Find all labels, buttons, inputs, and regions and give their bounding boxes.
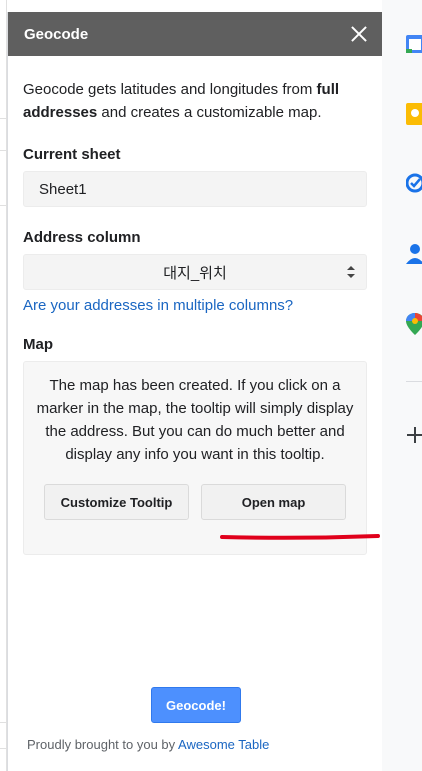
maps-icon[interactable] (406, 313, 422, 335)
grid-line (0, 748, 7, 749)
panel-content: Geocode gets latitudes and longitudes fr… (8, 56, 382, 555)
add-icon[interactable] (407, 427, 422, 443)
map-description: The map has been created. If you click o… (36, 377, 354, 463)
sidebar-divider (406, 381, 422, 382)
address-column-select[interactable]: 대지_위치 (23, 254, 367, 290)
open-map-button[interactable]: Open map (201, 484, 346, 520)
current-sheet-label: Current sheet (23, 146, 121, 163)
geocode-button[interactable]: Geocode! (151, 687, 241, 723)
keep-icon[interactable] (406, 103, 422, 125)
grid-line (0, 722, 7, 723)
address-column-value: 대지_위치 (163, 264, 227, 282)
intro-part2: and creates a customizable map. (97, 104, 322, 121)
map-label: Map (23, 336, 53, 353)
current-sheet-field: Sheet1 (23, 171, 367, 207)
footer-text: Proudly brought to you by (27, 737, 179, 752)
intro-text: Geocode gets latitudes and longitudes fr… (23, 78, 367, 124)
annotation-underline (220, 534, 380, 540)
address-column-label: Address column (23, 229, 141, 246)
contacts-icon[interactable] (406, 242, 422, 264)
map-buttons: Customize Tooltip Open map (34, 484, 356, 520)
close-icon[interactable] (350, 25, 368, 43)
intro-part1: Geocode gets latitudes and longitudes fr… (23, 81, 317, 98)
map-section: The map has been created. If you click o… (23, 361, 380, 555)
calendar-icon[interactable] (406, 33, 422, 55)
panel-title: Geocode (24, 25, 89, 43)
geocode-panel: Geocode Geocode gets latitudes and longi… (7, 12, 382, 771)
chevron-updown-icon (347, 266, 355, 278)
side-panel (382, 0, 422, 771)
grid-line (0, 205, 7, 206)
grid-line (0, 150, 7, 151)
multiple-columns-link[interactable]: Are your addresses in multiple columns? (23, 297, 367, 314)
customize-tooltip-button[interactable]: Customize Tooltip (44, 484, 189, 520)
panel-header: Geocode (8, 12, 382, 56)
spreadsheet-edge (0, 0, 7, 771)
grid-line (0, 118, 7, 119)
footer-credit: Proudly brought to you by Awesome Table (27, 737, 269, 752)
tasks-icon[interactable] (406, 172, 422, 194)
awesome-table-link[interactable]: Awesome Table (178, 737, 269, 752)
